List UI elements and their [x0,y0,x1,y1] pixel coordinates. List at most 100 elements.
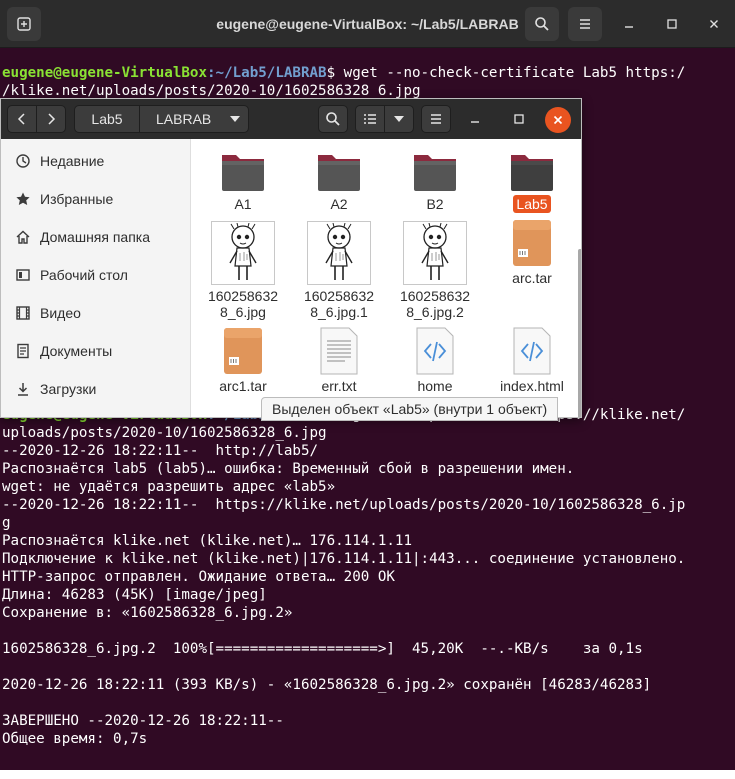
desktop-icon [15,267,31,283]
hamburger-icon [431,114,441,124]
file-item-label: 1602586328_6.jpg [207,288,279,320]
terminal-line: Сохранение в: «1602586328_6.jpg.2» [2,604,733,622]
file-item[interactable]: 1602586328_6.jpg.2 [387,219,483,321]
list-view-icon [364,114,376,124]
path-segment-label: Lab5 [91,111,123,127]
search-button[interactable] [525,7,559,41]
terminal-line-text: --2020-12-26 18:22:11-- https://klike.ne… [2,497,686,513]
new-tab-button[interactable] [7,7,41,41]
home-icon [15,229,31,245]
path-segment-labrab[interactable]: LABRAB [139,105,249,133]
terminal-line: 1602586328_6.jpg.2 100%[================… [2,640,733,658]
file-item[interactable]: A2 [291,145,387,213]
menu-button[interactable] [421,105,451,133]
sidebar-item-label: Загрузки [40,381,97,397]
sidebar-item[interactable]: Избранные [1,180,190,218]
file-item[interactable]: arc1.tar [195,327,291,395]
file-item[interactable]: 1602586328_6.jpg.1 [291,219,387,321]
sidebar: Недавние Избранные Домашняя папка Рабочий с… [1,139,191,417]
search-icon [326,112,340,126]
file-item-label: 1602586328_6.jpg.2 [399,288,471,320]
file-item-label: err.txt [321,378,357,394]
sidebar-item-label: Недавние [40,153,105,169]
document-icon [15,343,31,359]
path-segment-label: LABRAB [156,111,212,127]
terminal-line: Распознаётся klike.net (klike.net)… 176.… [2,532,733,550]
file-item[interactable]: 1602586328_6.jpg [195,219,291,321]
terminal-line-text: Распознаётся lab5 (lab5)… ошибка: Времен… [2,461,575,477]
sidebar-item-label: Рабочий стол [40,267,128,283]
terminal-line-text: Распознаётся klike.net (klike.net)… 176.… [2,533,412,549]
close-terminal-button[interactable] [702,12,726,36]
file-item-label: arc1.tar [219,378,267,394]
file-item[interactable]: arc.tar [484,219,580,287]
new-tab-icon [17,17,31,31]
archive-icon [195,327,291,375]
terminal-line: Длина: 46283 (45K) [image/jpeg] [2,586,733,604]
close-icon [710,20,718,28]
path-segment-lab5[interactable]: Lab5 [74,105,140,133]
terminal-line-text: Подключение к klike.net (klike.net)|176.… [2,551,686,567]
sidebar-item[interactable]: Недавние [1,142,190,180]
file-item-label: Lab5 [513,195,551,213]
view-options-button[interactable] [384,105,414,133]
terminal-line-text: Сохранение в: «1602586328_6.jpg.2» [2,605,293,621]
terminal-line-text: HTTP-запрос отправлен. Ожидание ответа… … [2,569,395,585]
hamburger-icon [580,19,590,29]
terminal-line-text: Общее время: 0,7s [2,731,148,747]
desktop-background [0,770,735,779]
menu-button[interactable] [568,7,602,41]
image-thumbnail [387,219,483,285]
back-button[interactable] [7,105,37,133]
terminal-line-text: g [2,515,11,531]
file-item[interactable]: A1 [195,145,291,213]
sidebar-item[interactable]: Загрузки [1,370,190,408]
sidebar-item[interactable]: Рабочий стол [1,256,190,294]
folder-icon [291,145,387,193]
minimize-button[interactable] [617,12,641,36]
terminal-line: uploads/posts/2020-10/1602586328_6.jpg [2,424,733,442]
file-item[interactable]: Lab5 [484,145,580,213]
minimize-icon [471,121,479,123]
terminal-line-text: 2020-12-26 18:22:11 (393 KB/s) - «160258… [2,677,652,693]
image-thumbnail [195,219,291,285]
terminal-line: Общее время: 0,7s [2,730,733,748]
terminal-line: ЗАВЕРШЕНО --2020-12-26 18:22:11-- [2,712,733,730]
file-item-label: 1602586328_6.jpg.1 [303,288,375,320]
prompt-user: eugene@eugene-VirtualBox [2,65,207,81]
maximize-button[interactable] [507,107,531,131]
file-item[interactable]: home [387,327,483,395]
sidebar-item[interactable]: Документы [1,332,190,370]
folder-icon [387,145,483,193]
close-files-button[interactable] [545,107,571,133]
archive-icon [484,219,580,267]
terminal-titlebar: eugene@eugene-VirtualBox: ~/Lab5/LABRAB [0,0,735,48]
terminal-line-text: /klike.net/uploads/posts/2020-10/1602586… [2,83,421,99]
view-list-button[interactable] [355,105,385,133]
chevron-left-icon [17,113,25,125]
terminal-line: g [2,514,733,532]
file-item[interactable]: B2 [387,145,483,213]
terminal-line-text: Длина: 46283 (45K) [image/jpeg] [2,587,267,603]
maximize-button[interactable] [660,12,684,36]
file-manager-window[interactable]: Lab5 LABRAB Недавние Избранные Домашняя … [0,98,582,418]
sidebar-item[interactable]: Видео [1,294,190,332]
file-item-label: index.html [500,378,564,394]
terminal-line-text: 1602586328_6.jpg.2 100%[================… [2,641,643,657]
clock-icon [15,153,31,169]
minimize-button[interactable] [463,107,487,131]
forward-button[interactable] [36,105,66,133]
folder-icon [484,145,580,193]
file-item[interactable]: err.txt [291,327,387,395]
sidebar-item[interactable]: Домашняя папка [1,218,190,256]
minimize-icon [625,26,633,28]
dropdown-arrow-icon [394,116,404,122]
scrollbar[interactable] [578,249,581,417]
file-grid[interactable]: A1 A2 B2 Lab5 1602586328_6.jpg 1602586328_6.j… [191,139,581,417]
video-icon [15,305,31,321]
search-files-button[interactable] [318,105,348,133]
file-item-label: arc.tar [512,270,552,286]
file-item[interactable]: index.html [484,327,580,395]
file-item-label: B2 [426,196,444,212]
terminal-line: eugene@eugene-VirtualBox:~/Lab5/LABRAB$ … [2,64,733,82]
